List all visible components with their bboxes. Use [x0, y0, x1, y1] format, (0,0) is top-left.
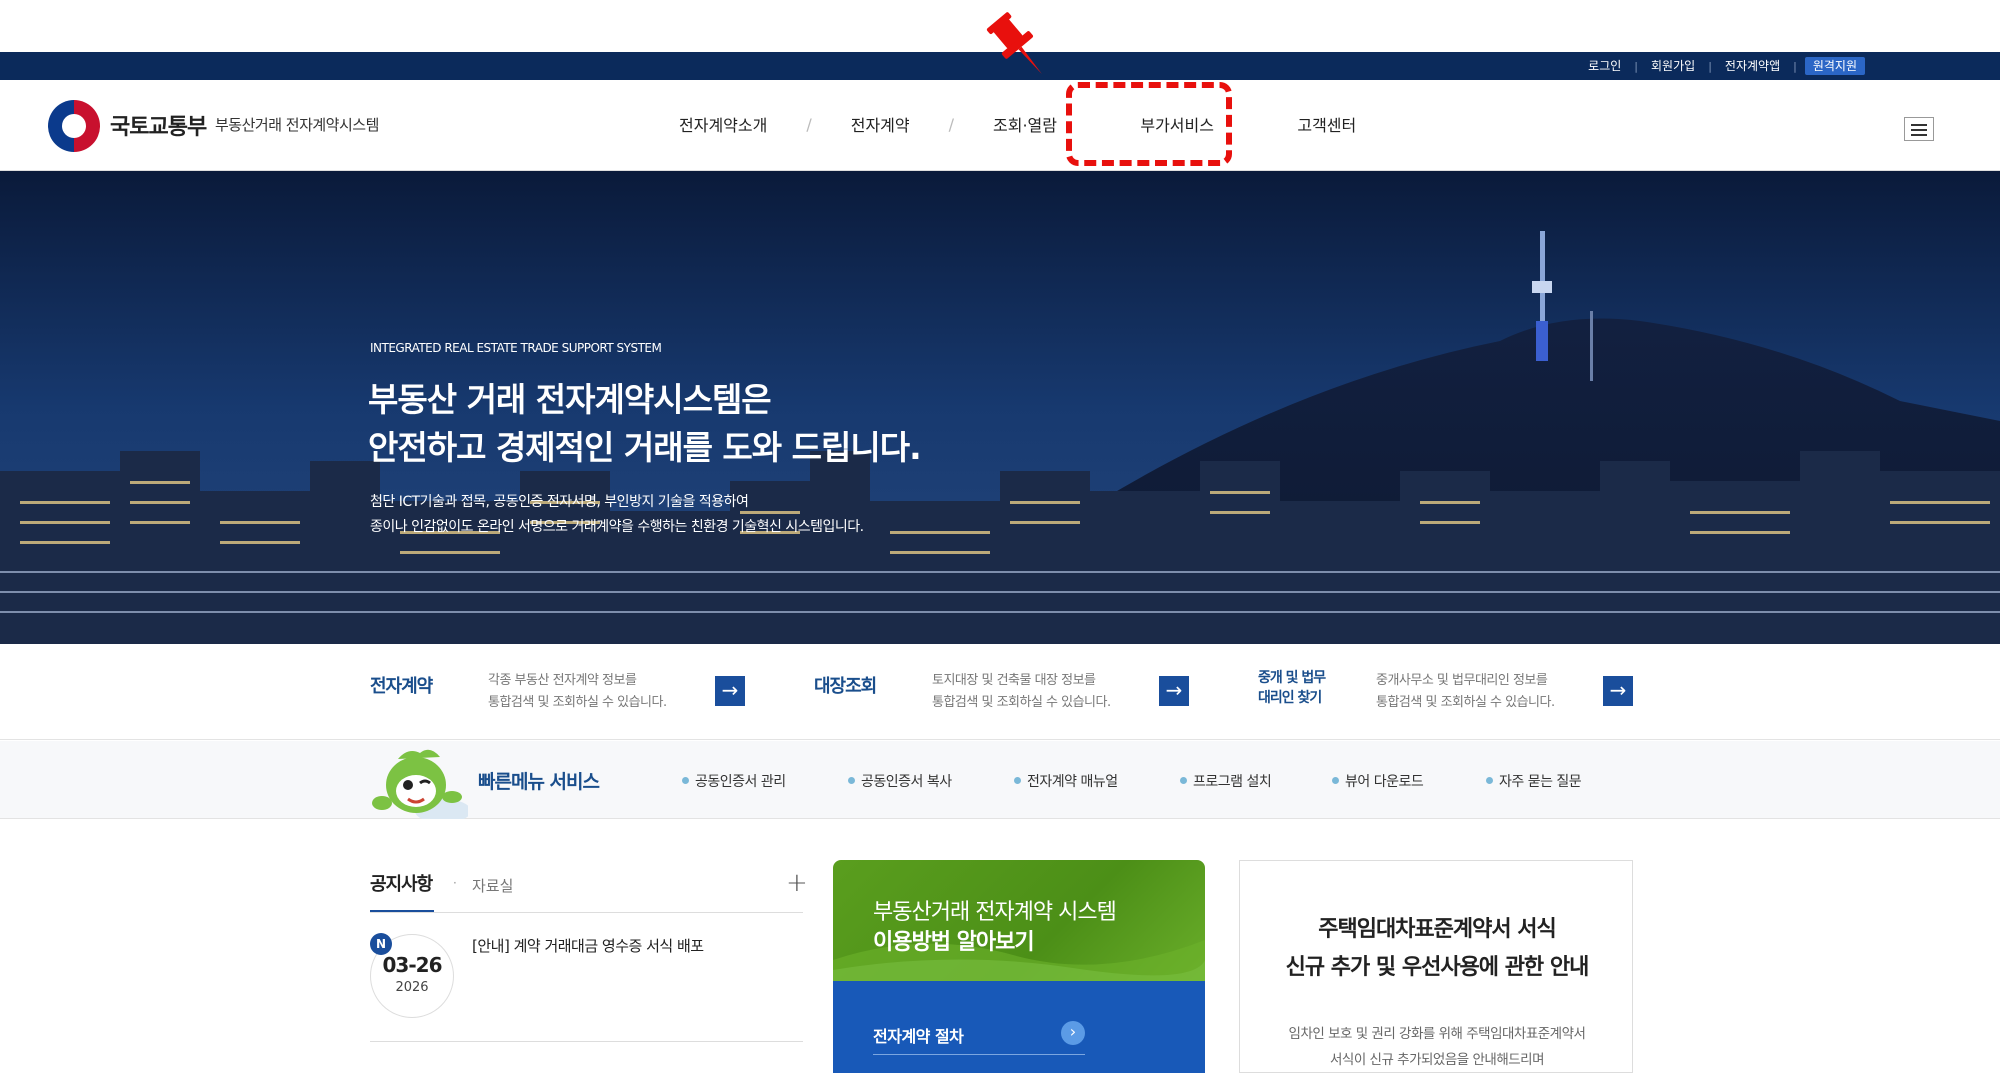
taegeuk-logo-icon[interactable]	[48, 100, 100, 152]
hero-title: 부동산 거래 전자계약시스템은 안전하고 경제적인 거래를 도와 드립니다.	[368, 376, 922, 472]
service-desc: 토지대장 및 건축물 대장 정보를 통합검색 및 조회하실 수 있습니다.	[932, 670, 1111, 714]
tab-separator: ·	[453, 876, 457, 890]
quick-viewer-download[interactable]: 뷰어 다운로드	[1332, 771, 1424, 791]
quick-menu-title: 빠른메뉴 서비스	[478, 771, 600, 793]
service-title-line2: 대리인 찾기	[1258, 690, 1322, 706]
hero-title-line1: 부동산 거래 전자계약시스템은	[368, 380, 772, 419]
ministry-logo-text[interactable]: 국토교통부	[110, 109, 207, 141]
nav-econtract[interactable]: 전자계약	[812, 112, 949, 136]
guide-body: 전자계약 절차 ›	[833, 981, 1205, 1073]
service-desc-line2: 통합검색 및 조회하실 수 있습니다.	[932, 695, 1111, 710]
guide-procedure-link[interactable]: 전자계약 절차	[873, 1023, 964, 1047]
service-desc-line1: 중개사무소 및 법무대리인 정보를	[1376, 673, 1548, 688]
system-name-text[interactable]: 부동산거래 전자계약시스템	[215, 114, 379, 135]
quick-program-install[interactable]: 프로그램 설치	[1180, 771, 1272, 791]
hero-eyebrow-text: INTEGRATED REAL ESTATE TRADE SUPPORT SYS…	[370, 341, 662, 355]
page: 로그인 | 회원가입 | 전자계약앱 | 원격지원 국토교통부 부동산거래 전자…	[0, 0, 2000, 1073]
hero-desc-line1: 첨단 ICT기술과 접목, 공동인증 전자서명, 부인방지 기술을 적용하여	[370, 494, 749, 510]
service-desc-line2: 통합검색 및 조회하실 수 있습니다.	[1376, 695, 1555, 710]
announcement-desc-line2: 서식이 신규 추가되었음을 안내해드리며	[1329, 1052, 1545, 1068]
divider	[370, 912, 803, 913]
divider	[873, 1054, 1085, 1055]
guide-title-line1: 부동산거래 전자계약 시스템	[873, 900, 1117, 925]
quick-menu-bar: 빠른메뉴 서비스 공동인증서 관리 공동인증서 복사 전자계약 매뉴얼 프로그램…	[0, 741, 2000, 819]
nav-customer-center[interactable]: 고객센터	[1258, 112, 1395, 136]
service-title[interactable]: 전자계약	[370, 672, 433, 698]
remote-support-link[interactable]: 원격지원	[1804, 57, 1865, 75]
highlight-annotation-box	[1066, 82, 1232, 166]
service-desc: 각종 부동산 전자계약 정보를 통합검색 및 조회하실 수 있습니다.	[488, 670, 667, 714]
service-register-lookup: 대장조회 토지대장 및 건축물 대장 정보를 통합검색 및 조회하실 수 있습니…	[814, 670, 1194, 720]
arrow-right-icon[interactable]: →	[715, 676, 745, 706]
notice-date: 03-26	[382, 953, 443, 977]
notice-year: 2026	[395, 980, 429, 995]
city-night-skyline-image	[0, 171, 2000, 644]
service-title[interactable]: 대장조회	[814, 672, 877, 698]
quick-manual[interactable]: 전자계약 매뉴얼	[1014, 771, 1118, 791]
quick-faq[interactable]: 자주 묻는 질문	[1486, 771, 1582, 791]
signup-link[interactable]: 회원가입	[1638, 57, 1708, 75]
service-find-agent: 중개 및 법무 대리인 찾기 중개사무소 및 법무대리인 정보를 통합검색 및 …	[1258, 670, 1638, 720]
mascot-character-icon	[372, 749, 468, 819]
service-title[interactable]: 중개 및 법무 대리인 찾기	[1258, 668, 1326, 708]
quick-cert-manage[interactable]: 공동인증서 관리	[682, 771, 786, 791]
util-separator: |	[1793, 59, 1797, 73]
pushpin-icon	[986, 12, 1042, 75]
announcement-desc: 임차인 보호 및 권리 강화를 위해 주택임대차표준계약서 서식이 신규 추가되…	[1240, 1021, 1634, 1073]
hero-title-line2: 안전하고 경제적인 거래를 도와 드립니다.	[368, 428, 922, 467]
arrow-right-icon[interactable]: →	[1603, 676, 1633, 706]
announcement-title-line1: 주택임대차표준계약서 서식	[1318, 917, 1557, 942]
hero-description: 첨단 ICT기술과 접목, 공동인증 전자서명, 부인방지 기술을 적용하여 종…	[370, 490, 864, 540]
nav-econtract-intro[interactable]: 전자계약소개	[640, 112, 806, 136]
tab-notice[interactable]: 공지사항	[370, 870, 433, 896]
main-navigation: 전자계약소개 / 전자계약 / 조회·열람 / 부가서비스 / 고객센터	[640, 112, 1395, 136]
tab-resources[interactable]: 자료실	[472, 875, 513, 896]
hero-banner: INTEGRATED REAL ESTATE TRADE SUPPORT SYS…	[0, 171, 2000, 644]
hamburger-menu-icon[interactable]	[1904, 117, 1934, 141]
service-strip: 전자계약 각종 부동산 전자계약 정보를 통합검색 및 조회하실 수 있습니다.…	[0, 644, 2000, 740]
announcement-desc-line1: 임차인 보호 및 권리 강화를 위해 주택임대차표준계약서	[1288, 1026, 1586, 1042]
notice-item-title[interactable]: [안내] 계약 거래대금 영수증 서식 배포	[472, 935, 704, 956]
service-desc: 중개사무소 및 법무대리인 정보를 통합검색 및 조회하실 수 있습니다.	[1376, 670, 1555, 714]
announcement-card[interactable]: 주택임대차표준계약서 서식 신규 추가 및 우선사용에 관한 안내 임차인 보호…	[1239, 860, 1633, 1073]
service-desc-line1: 각종 부동산 전자계약 정보를	[488, 673, 637, 688]
service-desc-line2: 통합검색 및 조회하실 수 있습니다.	[488, 695, 667, 710]
divider	[370, 1041, 803, 1042]
service-title-line1: 중개 및 법무	[1258, 670, 1326, 686]
chevron-right-icon[interactable]: ›	[1061, 1021, 1085, 1045]
guide-title-line2: 이용방법 알아보기	[873, 930, 1035, 955]
site-header: 국토교통부 부동산거래 전자계약시스템 전자계약소개 / 전자계약 / 조회·열…	[0, 80, 2000, 171]
arrow-right-icon[interactable]: →	[1159, 676, 1189, 706]
plus-icon[interactable]: +	[786, 868, 808, 898]
econtract-app-link[interactable]: 전자계약앱	[1712, 57, 1793, 75]
usage-guide-card[interactable]: 부동산거래 전자계약 시스템 이용방법 알아보기 전자계약 절차 ›	[833, 860, 1205, 1073]
hero-desc-line2: 종이나 인감없이도 온라인 서명으로 거래계약을 수행하는 친환경 기술혁신 시…	[370, 519, 864, 535]
quick-cert-copy[interactable]: 공동인증서 복사	[848, 771, 952, 791]
announcement-title-line2: 신규 추가 및 우선사용에 관한 안내	[1285, 955, 1590, 980]
utility-links: 로그인 | 회원가입 | 전자계약앱 | 원격지원	[1575, 57, 1865, 75]
new-badge: N	[370, 933, 392, 955]
service-desc-line1: 토지대장 및 건축물 대장 정보를	[932, 673, 1096, 688]
service-econtract: 전자계약 각종 부동산 전자계약 정보를 통합검색 및 조회하실 수 있습니다.…	[370, 670, 750, 720]
login-link[interactable]: 로그인	[1575, 57, 1634, 75]
announcement-title: 주택임대차표준계약서 서식 신규 추가 및 우선사용에 관한 안내	[1240, 911, 1634, 987]
guide-header: 부동산거래 전자계약 시스템 이용방법 알아보기	[833, 860, 1205, 981]
